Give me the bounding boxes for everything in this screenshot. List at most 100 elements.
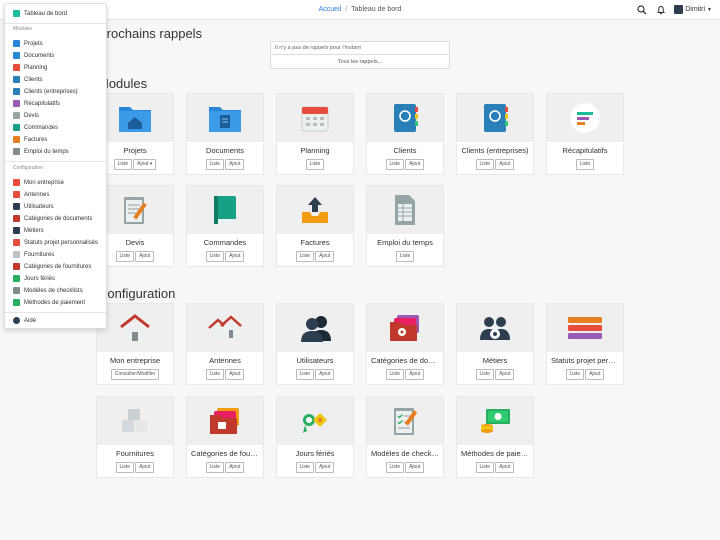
add-button[interactable]: Ajout — [135, 462, 155, 473]
configuration-title: Configuration — [98, 286, 176, 301]
menu-item-devis[interactable]: Devis — [13, 112, 39, 119]
folder-home-icon — [97, 94, 173, 142]
list-button[interactable]: Liste — [385, 369, 405, 380]
menu-item-tableau-de-bord[interactable]: Tableau de bord — [13, 10, 67, 17]
all-reminders-link[interactable]: Tous les rappels... — [270, 55, 450, 69]
menu-item-label: Jours fériés — [24, 275, 56, 282]
card-label: Méthodes de paiement — [461, 449, 533, 458]
add-button[interactable]: Ajout — [495, 462, 515, 473]
user-menu[interactable]: Dimitri ▼ — [674, 5, 712, 14]
menu-item-label: Fournitures — [24, 251, 55, 258]
list-button[interactable]: Liste — [385, 462, 405, 473]
menu-item-categories-fournitures[interactable]: Catégories de fournitures — [13, 263, 91, 270]
menu-item-projets[interactable]: Projets — [13, 40, 43, 47]
menu-item-documents[interactable]: Documents — [13, 52, 54, 59]
add-button[interactable]: Ajout — [405, 369, 425, 380]
holiday-icon — [13, 275, 20, 282]
menu-item-antennes[interactable]: Antennes — [13, 191, 49, 198]
list-button[interactable]: Liste — [295, 462, 315, 473]
add-button[interactable]: Ajout — [225, 462, 245, 473]
menu-item-recapitulatifs[interactable]: Récapitulatifs — [13, 100, 60, 107]
menu-item-label: Méthodes de paiement — [24, 299, 86, 306]
add-button[interactable]: Ajout — [405, 159, 425, 170]
menu-item-mon-entreprise[interactable]: Mon entreprise — [13, 179, 64, 186]
help-icon — [13, 317, 20, 324]
search-icon[interactable] — [636, 4, 647, 15]
list-button[interactable]: Liste — [475, 462, 495, 473]
list-button[interactable]: Liste — [205, 462, 225, 473]
add-button[interactable]: Ajout — [135, 251, 155, 262]
card-label: Mon entreprise — [109, 356, 161, 365]
add-button[interactable]: Ajout — [585, 369, 605, 380]
list-button[interactable]: Liste — [205, 159, 225, 170]
consult-modify-button[interactable]: Consulter/Modifier — [110, 369, 160, 380]
green-book-icon — [187, 186, 263, 234]
list-button[interactable]: Liste — [575, 159, 595, 170]
add-button[interactable]: Ajout — [315, 369, 335, 380]
houses-icon — [13, 191, 20, 198]
spreadsheet-icon — [367, 186, 443, 234]
list-button[interactable]: Liste — [565, 369, 585, 380]
main-menu-dropdown: Tableau de bord Modules Projets Document… — [4, 3, 107, 329]
list-button[interactable]: Liste — [113, 159, 133, 170]
module-card-documents: Documents Liste Ajout — [186, 93, 264, 175]
list-button[interactable]: Liste — [115, 251, 135, 262]
add-button[interactable]: Ajout — [495, 159, 515, 170]
menu-section-configuration: Configuration — [13, 165, 43, 171]
list-button[interactable]: Liste — [475, 369, 495, 380]
menu-item-aide[interactable]: Aide — [13, 317, 36, 324]
add-button[interactable]: Ajout — [315, 251, 335, 262]
config-card-methodes-paiement: Méthodes de paiement Liste Ajout — [456, 396, 534, 478]
menu-item-label: Documents — [24, 52, 55, 59]
users-icon — [277, 304, 353, 352]
menu-item-factures[interactable]: Factures — [13, 136, 47, 143]
bell-icon[interactable] — [655, 4, 666, 15]
breadcrumb-home-link[interactable]: Accueil — [319, 6, 342, 13]
list-button[interactable]: Liste — [295, 369, 315, 380]
add-button[interactable]: Ajout — [225, 251, 245, 262]
card-label: Métiers — [482, 356, 508, 365]
card-label: Jours fériés — [295, 449, 335, 458]
add-button[interactable]: Ajout — [405, 462, 425, 473]
card-label: Documents — [206, 146, 244, 155]
list-button[interactable]: Liste — [385, 159, 405, 170]
reminders-panel: Il n'y a pas de rappels pour l'instant T… — [270, 41, 450, 69]
list-button[interactable]: Liste — [115, 462, 135, 473]
address-book-icon — [457, 94, 533, 142]
menu-item-clients[interactable]: Clients — [13, 76, 42, 83]
module-card-emploi-du-temps: Emploi du temps Liste — [366, 185, 444, 267]
checklist-icon — [13, 287, 20, 294]
menu-divider — [5, 312, 106, 313]
menu-item-planning[interactable]: Planning — [13, 64, 47, 71]
list-button[interactable]: Liste — [395, 251, 415, 262]
card-label: Statuts projet personnalisés — [551, 356, 623, 365]
menu-item-commandes[interactable]: Commandes — [13, 124, 58, 131]
add-button[interactable]: Ajout ▾ — [133, 159, 157, 170]
list-button[interactable]: Liste — [205, 251, 225, 262]
list-button[interactable]: Liste — [305, 159, 325, 170]
menu-item-clients-entreprises[interactable]: Clients (entreprises) — [13, 88, 78, 95]
menu-item-utilisateurs[interactable]: Utilisateurs — [13, 203, 54, 210]
add-button[interactable]: Ajout — [495, 369, 515, 380]
list-button[interactable]: Liste — [205, 369, 225, 380]
add-button[interactable]: Ajout — [315, 462, 335, 473]
calendar-icon — [277, 94, 353, 142]
add-button[interactable]: Ajout — [225, 369, 245, 380]
module-card-recapitulatifs: Récapitulatifs Liste — [546, 93, 624, 175]
menu-item-modeles-checklists[interactable]: Modèles de checklists — [13, 287, 83, 294]
module-card-commandes: Commandes Liste Ajout — [186, 185, 264, 267]
add-button[interactable]: Ajout — [225, 159, 245, 170]
menu-item-emploi-du-temps[interactable]: Emploi du temps — [13, 148, 69, 155]
menu-item-label: Projets — [24, 40, 43, 47]
menu-item-statuts-projet[interactable]: Statuts projet personnalisés — [13, 239, 98, 246]
boxes-icon — [13, 251, 20, 258]
list-button[interactable]: Liste — [295, 251, 315, 262]
menu-item-methodes-paiement[interactable]: Méthodes de paiement — [13, 299, 85, 306]
card-label: Factures — [300, 238, 330, 247]
menu-item-categories-documents[interactable]: Catégories de documents — [13, 215, 92, 222]
menu-item-jours-feries[interactable]: Jours fériés — [13, 275, 55, 282]
dashboard-icon — [13, 10, 20, 17]
menu-item-metiers[interactable]: Métiers — [13, 227, 44, 234]
menu-item-fournitures[interactable]: Fournitures — [13, 251, 54, 258]
list-button[interactable]: Liste — [475, 159, 495, 170]
